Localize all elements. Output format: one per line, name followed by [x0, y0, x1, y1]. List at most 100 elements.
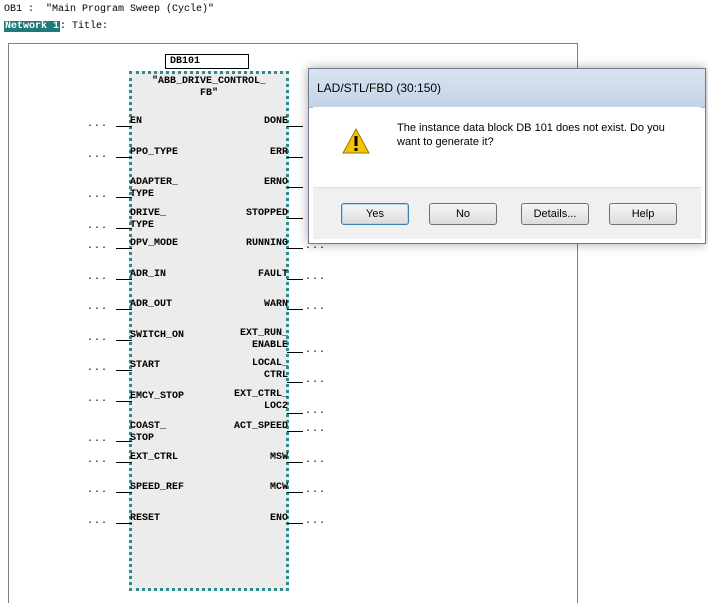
input-wire — [116, 462, 132, 463]
input-wire — [116, 492, 132, 493]
output-operand-placeholder[interactable]: ... — [305, 407, 326, 417]
output-operand-placeholder[interactable]: ... — [305, 273, 326, 283]
output-pin-label[interactable]: MSW — [270, 452, 288, 464]
input-pin-label[interactable]: DRIVE_ TYPE — [130, 208, 166, 232]
network-badge[interactable]: Network 1 — [4, 21, 61, 32]
output-operand-placeholder[interactable]: ... — [305, 376, 326, 386]
output-pin-text: FAULT — [257, 269, 288, 280]
input-pin-text: TYPE — [130, 189, 155, 200]
input-operand-placeholder[interactable]: ... — [87, 334, 108, 344]
output-operand-placeholder[interactable]: ... — [305, 425, 326, 435]
output-pin-text: DONE — [263, 116, 288, 127]
output-operand-placeholder[interactable]: ... — [305, 517, 326, 527]
output-pin-label[interactable]: LOCAL_ CTRL — [252, 358, 288, 382]
input-wire — [116, 248, 132, 249]
input-operand-placeholder[interactable]: ... — [87, 273, 108, 283]
input-pin-label[interactable]: PPO_TYPE — [130, 147, 178, 159]
output-pin-label[interactable]: ENO — [270, 513, 288, 525]
ob-title: OB1 : "Main Program Sweep (Cycle)" — [4, 4, 215, 15]
input-wire — [116, 309, 132, 310]
output-pin-label[interactable]: RUNNING — [246, 238, 288, 250]
output-wire — [287, 413, 303, 414]
output-wire — [287, 309, 303, 310]
output-pin-text: MCW — [269, 482, 288, 493]
input-operand-placeholder[interactable]: ... — [87, 191, 108, 201]
input-wire — [116, 340, 132, 341]
instance-db-field[interactable]: DB101 — [165, 54, 249, 69]
input-pin-label[interactable]: RESET — [130, 513, 160, 525]
help-button[interactable]: Help — [609, 203, 677, 225]
output-pin-label[interactable]: EXT_RUN_ ENABLE — [240, 328, 288, 352]
output-operand-placeholder[interactable]: ... — [305, 456, 326, 466]
output-pin-label[interactable]: MCW — [270, 482, 288, 494]
output-pin-text: CTRL — [263, 370, 288, 381]
input-operand-placeholder[interactable]: ... — [87, 456, 108, 466]
function-block-name: "ABB_DRIVE_CONTROL_ FB" — [132, 76, 286, 100]
input-operand-placeholder[interactable]: ... — [87, 364, 108, 374]
output-pin-text: ENO — [269, 513, 288, 524]
output-pin-label[interactable]: WARN — [264, 299, 288, 311]
input-wire — [116, 523, 132, 524]
output-pin-label[interactable]: ERNO — [264, 177, 288, 189]
input-operand-placeholder[interactable]: ... — [87, 303, 108, 313]
input-operand-placeholder[interactable]: ... — [87, 486, 108, 496]
output-operand-placeholder[interactable]: ... — [305, 346, 326, 356]
input-operand-placeholder[interactable]: ... — [87, 120, 108, 130]
output-wire — [287, 218, 303, 219]
input-pin-text: RESET — [130, 513, 161, 524]
dialog-body: The instance data block DB 101 does not … — [313, 107, 701, 187]
yes-button[interactable]: Yes — [341, 203, 409, 225]
input-operand-placeholder[interactable]: ... — [87, 435, 108, 445]
input-pin-text: ADR_IN — [130, 269, 167, 280]
input-pin-label[interactable]: ADR_IN — [130, 269, 166, 281]
generate-db-dialog: LAD/STL/FBD (30:150) The instance data b… — [308, 68, 706, 244]
input-pin-label[interactable]: ADAPTER_ TYPE — [130, 177, 178, 201]
output-pin-label[interactable]: STOPPED — [246, 208, 288, 220]
input-pin-label[interactable]: SWITCH_ON — [130, 330, 184, 342]
output-pin-text: ERNO — [263, 177, 288, 188]
input-pin-label[interactable]: EMCY_STOP — [130, 391, 184, 403]
warning-icon — [341, 127, 371, 160]
input-wire — [116, 279, 132, 280]
dialog-title: LAD/STL/FBD (30:150) — [317, 81, 442, 95]
network-title-label[interactable]: : Title: — [60, 21, 108, 32]
output-pin-text: MSW — [269, 452, 288, 463]
output-pin-label[interactable]: ACT_SPEED — [234, 421, 288, 433]
output-wire — [287, 248, 303, 249]
output-pin-label[interactable]: ERR — [270, 147, 288, 159]
input-operand-placeholder[interactable]: ... — [87, 517, 108, 527]
output-wire — [287, 352, 303, 353]
input-pin-text: SPEED_REF — [130, 482, 185, 493]
input-operand-placeholder[interactable]: ... — [87, 395, 108, 405]
output-pin-text: STOPPED — [245, 208, 288, 219]
input-pin-text: EMCY_STOP — [130, 391, 185, 402]
output-wire — [287, 279, 303, 280]
output-wire — [287, 492, 303, 493]
output-pin-label[interactable]: FAULT — [258, 269, 288, 281]
input-operand-placeholder[interactable]: ... — [87, 242, 108, 252]
input-pin-label[interactable]: SPEED_REF — [130, 482, 184, 494]
output-operand-placeholder[interactable]: ... — [305, 486, 326, 496]
output-operand-placeholder[interactable]: ... — [305, 303, 326, 313]
output-pin-text: WARN — [263, 299, 288, 310]
details-button[interactable]: Details... — [521, 203, 589, 225]
input-pin-text: STOP — [130, 433, 155, 444]
input-pin-label[interactable]: EXT_CTRL — [130, 452, 178, 464]
input-pin-label[interactable]: START — [130, 360, 160, 372]
output-pin-text: ENABLE — [251, 340, 288, 351]
dialog-titlebar[interactable]: LAD/STL/FBD (30:150) — [309, 69, 705, 108]
input-pin-label[interactable]: COAST_ STOP — [130, 421, 166, 445]
input-pin-label[interactable]: DPV_MODE — [130, 238, 178, 250]
input-pin-text: TYPE — [130, 220, 155, 231]
output-wire — [287, 187, 303, 188]
input-operand-placeholder[interactable]: ... — [87, 222, 108, 232]
output-pin-label[interactable]: EXT_CTRL_ LOC2 — [234, 389, 288, 413]
output-wire — [287, 126, 303, 127]
dialog-button-bar: Yes No Details... Help — [313, 187, 701, 239]
input-wire — [116, 370, 132, 371]
input-pin-label[interactable]: ADR_OUT — [130, 299, 172, 311]
input-operand-placeholder[interactable]: ... — [87, 151, 108, 161]
no-button[interactable]: No — [429, 203, 497, 225]
output-pin-label[interactable]: DONE — [264, 116, 288, 128]
input-wire — [116, 228, 132, 229]
